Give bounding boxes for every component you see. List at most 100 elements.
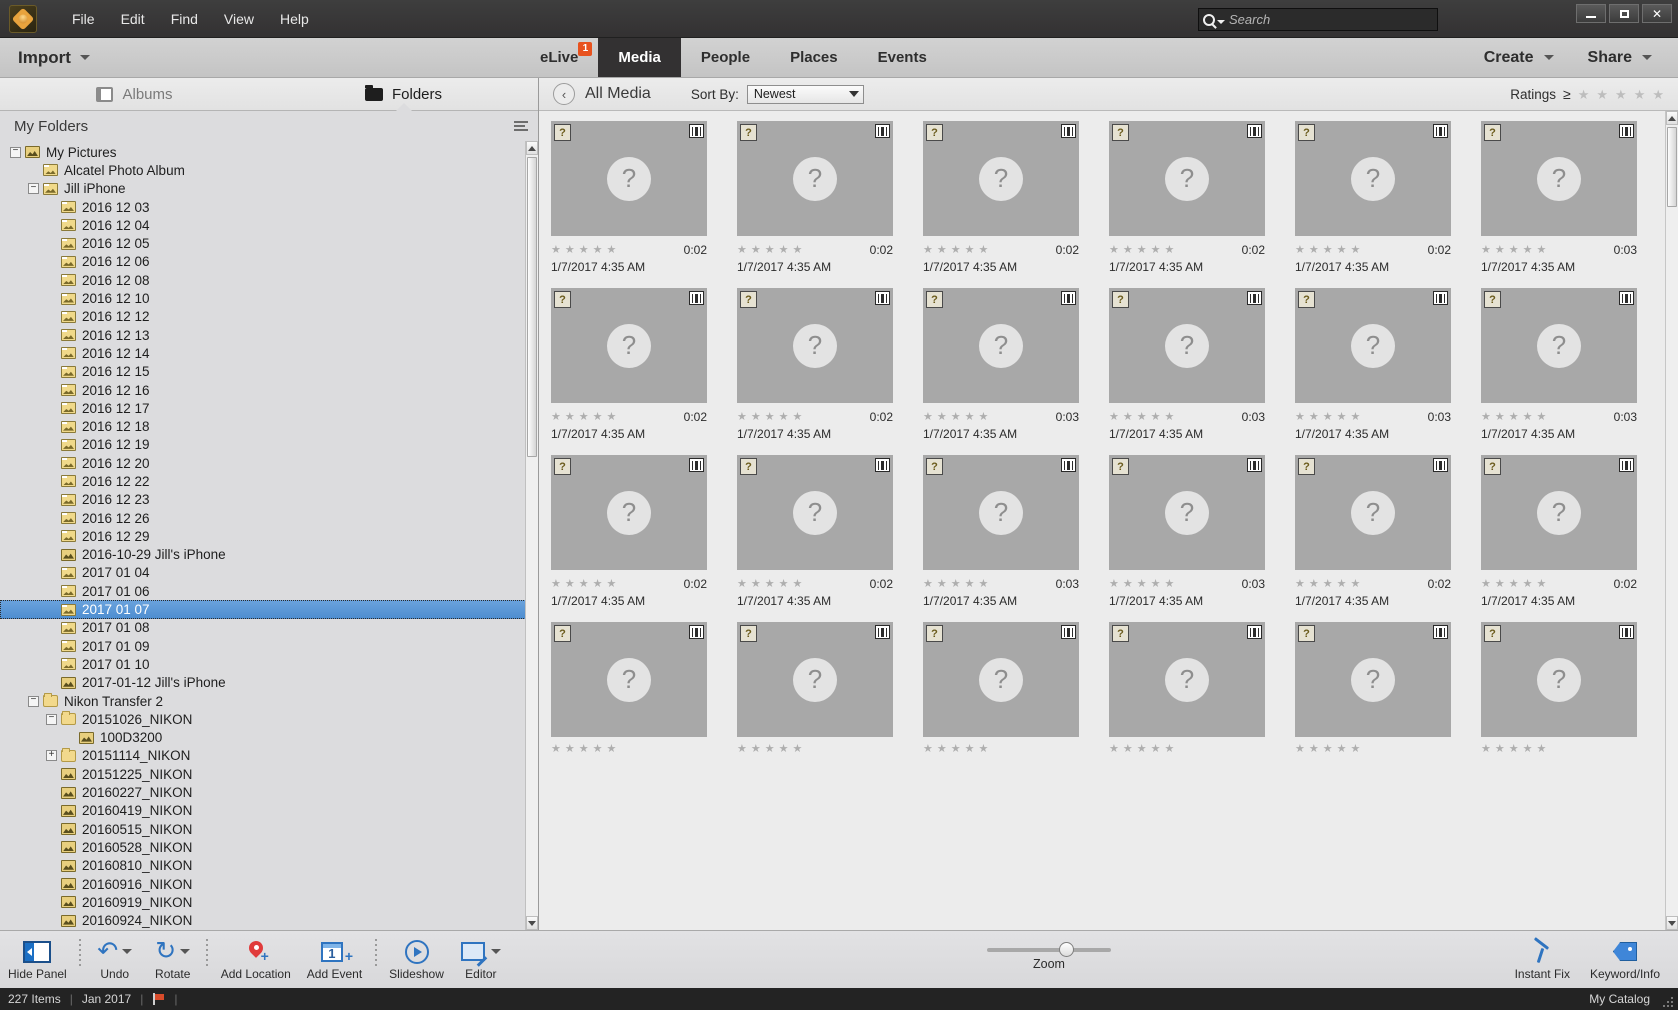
rating-star[interactable]: ★ xyxy=(765,244,775,256)
tree-item[interactable]: 2016 12 15 xyxy=(0,363,538,381)
rating-star[interactable]: ★ xyxy=(779,744,789,755)
tree-item[interactable]: 2016 12 26 xyxy=(0,509,538,527)
rating-star[interactable]: ★ xyxy=(965,411,975,423)
rating-star[interactable]: ★ xyxy=(793,244,803,256)
rating-star[interactable]: ★ xyxy=(1523,578,1533,590)
media-rating[interactable]: ★ ★ ★ ★ ★ xyxy=(737,744,802,755)
rating-star[interactable]: ★ xyxy=(1537,244,1547,256)
rating-star[interactable]: ★ xyxy=(1509,744,1519,755)
rating-star[interactable]: ★ xyxy=(1151,244,1161,256)
tab-events[interactable]: Events xyxy=(858,38,947,77)
rating-star[interactable]: ★ xyxy=(979,578,989,590)
rating-star[interactable]: ★ xyxy=(923,744,933,755)
tree-item[interactable]: 2016 12 04 xyxy=(0,216,538,234)
media-rating[interactable]: ★ ★ ★ ★ ★ xyxy=(1481,578,1547,590)
menu-view[interactable]: View xyxy=(211,7,267,31)
hide-panel-button[interactable]: Hide Panel xyxy=(0,939,75,981)
media-rating[interactable]: ★ ★ ★ ★ ★ xyxy=(551,578,617,590)
rating-star[interactable]: ★ xyxy=(1323,578,1333,590)
tab-albums[interactable]: Albums xyxy=(0,78,269,110)
rating-star[interactable]: ★ xyxy=(1295,744,1305,755)
zoom-slider-handle[interactable] xyxy=(1059,942,1074,957)
tree-item[interactable]: 2016 12 13 xyxy=(0,326,538,344)
media-thumbnail[interactable]: ?? xyxy=(1295,288,1451,403)
rating-star[interactable]: ★ xyxy=(923,578,933,590)
rating-star[interactable]: ★ xyxy=(1323,244,1333,256)
media-thumbnail[interactable]: ?? xyxy=(923,121,1079,236)
rating-star[interactable]: ★ xyxy=(565,744,575,755)
tree-item[interactable]: 2016 12 14 xyxy=(0,344,538,362)
rating-star[interactable]: ★ xyxy=(1495,411,1505,423)
rating-star[interactable]: ★ xyxy=(765,578,775,590)
media-rating[interactable]: ★ ★ ★ ★ ★ xyxy=(1481,244,1547,256)
tree-item[interactable]: 2017-01-12 Jill's iPhone xyxy=(0,674,538,692)
rating-star[interactable]: ★ xyxy=(1323,411,1333,423)
rating-star[interactable]: ★ xyxy=(1481,411,1491,423)
tree-item[interactable]: 20160919_NIKON xyxy=(0,893,538,911)
rating-star[interactable]: ★ xyxy=(779,244,789,256)
rating-star[interactable]: ★ xyxy=(951,244,961,256)
rating-star[interactable]: ★ xyxy=(951,744,961,755)
media-item[interactable]: ?? ★ ★ ★ ★ ★ 0:03 1/7/2017 4:35 AM xyxy=(1295,288,1481,441)
scroll-up-button[interactable] xyxy=(526,141,538,155)
rating-star[interactable]: ★ xyxy=(1578,88,1590,101)
rating-star[interactable]: ★ xyxy=(979,744,989,755)
search-icon[interactable] xyxy=(1203,13,1225,26)
rating-star[interactable]: ★ xyxy=(551,578,561,590)
media-item[interactable]: ?? ★ ★ ★ ★ ★ 0:03 1/7/2017 4:35 AM xyxy=(1481,288,1667,441)
media-thumbnail[interactable]: ?? xyxy=(1109,121,1265,236)
rating-star[interactable]: ★ xyxy=(579,578,589,590)
rating-star[interactable]: ★ xyxy=(1509,578,1519,590)
rating-star[interactable]: ★ xyxy=(607,411,617,423)
media-item[interactable]: ?? ★ ★ ★ ★ ★ xyxy=(551,622,737,758)
rating-star[interactable]: ★ xyxy=(737,244,747,256)
tree-item[interactable]: 2016 12 10 xyxy=(0,289,538,307)
media-rating[interactable]: ★ ★ ★ ★ ★ xyxy=(1481,744,1546,755)
tree-item[interactable]: 2016 12 05 xyxy=(0,234,538,252)
editor-button[interactable]: Editor xyxy=(452,939,510,981)
media-rating[interactable]: ★ ★ ★ ★ ★ xyxy=(737,411,802,423)
rating-star[interactable]: ★ xyxy=(1537,578,1547,590)
media-item[interactable]: ?? ★ ★ ★ ★ ★ 0:03 1/7/2017 4:35 AM xyxy=(923,455,1109,608)
rating-star[interactable]: ★ xyxy=(579,411,589,423)
rating-star[interactable]: ★ xyxy=(779,411,789,423)
grid-scroll-up-button[interactable] xyxy=(1666,111,1678,125)
tab-people[interactable]: People xyxy=(681,38,770,77)
rating-star[interactable]: ★ xyxy=(793,578,803,590)
rating-star[interactable]: ★ xyxy=(607,578,617,590)
tree-item[interactable]: 20160528_NIKON xyxy=(0,838,538,856)
rating-star[interactable]: ★ xyxy=(951,578,961,590)
rating-star[interactable]: ★ xyxy=(779,578,789,590)
minimize-button[interactable] xyxy=(1576,4,1606,23)
media-thumbnail[interactable]: ?? xyxy=(1109,455,1265,570)
rating-star[interactable]: ★ xyxy=(1295,244,1305,256)
media-thumbnail[interactable]: ?? xyxy=(1481,455,1637,570)
expand-icon[interactable]: + xyxy=(46,750,57,762)
rating-star[interactable]: ★ xyxy=(937,578,947,590)
undo-button[interactable]: ↶ Undo xyxy=(86,939,144,981)
keyword-info-button[interactable]: Keyword/Info xyxy=(1582,939,1668,981)
rating-star[interactable]: ★ xyxy=(551,244,561,256)
rating-star[interactable]: ★ xyxy=(1123,244,1133,256)
rating-star[interactable]: ★ xyxy=(1323,744,1333,755)
rotate-button[interactable]: ↻ Rotate xyxy=(144,939,202,981)
add-location-button[interactable]: + Add Location xyxy=(213,939,299,981)
media-rating[interactable]: ★ ★ ★ ★ ★ xyxy=(737,578,803,590)
rating-star[interactable]: ★ xyxy=(1137,411,1147,423)
media-item[interactable]: ?? ★ ★ ★ ★ ★ 0:02 1/7/2017 4:35 AM xyxy=(923,121,1109,274)
media-item[interactable]: ?? ★ ★ ★ ★ ★ 0:02 1/7/2017 4:35 AM xyxy=(1109,121,1295,274)
search-input[interactable] xyxy=(1229,12,1433,27)
media-item[interactable]: ?? ★ ★ ★ ★ ★ 0:02 1/7/2017 4:35 AM xyxy=(737,121,923,274)
rating-star[interactable]: ★ xyxy=(737,411,747,423)
rating-star[interactable]: ★ xyxy=(565,578,575,590)
rating-star[interactable]: ★ xyxy=(965,244,975,256)
tree-item[interactable]: 20151225_NIKON xyxy=(0,765,538,783)
tree-item[interactable]: − Nikon Transfer 2 xyxy=(0,692,538,710)
rating-star[interactable]: ★ xyxy=(1151,411,1161,423)
rating-star[interactable]: ★ xyxy=(579,744,589,755)
collapse-icon[interactable]: − xyxy=(28,695,39,707)
rating-star[interactable]: ★ xyxy=(737,578,747,590)
media-rating[interactable]: ★ ★ ★ ★ ★ xyxy=(551,411,617,423)
rating-star[interactable]: ★ xyxy=(1351,578,1361,590)
tree-item[interactable]: 2016 12 20 xyxy=(0,454,538,472)
